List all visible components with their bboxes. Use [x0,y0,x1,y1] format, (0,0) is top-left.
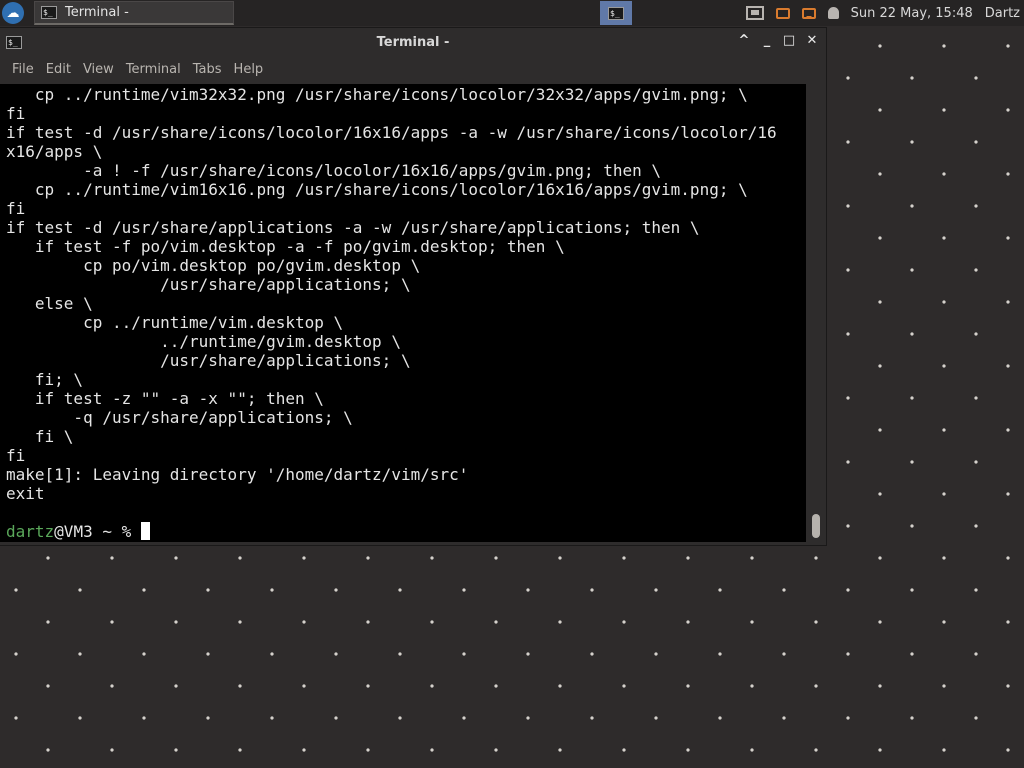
output-line: exit [6,484,45,503]
output-line: fi \ [6,427,74,446]
output-line: else \ [6,294,93,313]
text-cursor [140,522,150,540]
close-icon[interactable]: ✕ [804,33,820,49]
minimize-icon[interactable]: _ [759,33,775,49]
menu-tabs[interactable]: Tabs [187,62,228,77]
maximize-icon[interactable]: □ [781,33,797,49]
network-icon[interactable] [745,6,764,20]
taskbar-label: Terminal - [65,5,129,20]
output-line: cp ../runtime/vim16x16.png /usr/share/ic… [6,180,748,199]
output-line: cp ../runtime/vim32x32.png /usr/share/ic… [6,85,748,104]
terminal-output[interactable]: cp ../runtime/vim32x32.png /usr/share/ic… [0,84,806,542]
chat-icon[interactable] [801,7,816,19]
system-tray: Sun 22 May, 15:48 Dartz [740,0,1024,26]
user-name[interactable]: Dartz [985,6,1020,21]
output-line: fi [6,104,26,123]
output-line: make[1]: Leaving directory '/home/dartz/… [6,465,469,484]
window-icon[interactable] [775,7,790,19]
terminal-scrollbar[interactable] [806,84,826,542]
output-line: cp ../runtime/vim.desktop \ [6,313,344,332]
output-line: /usr/share/applications; \ [6,275,411,294]
output-line: if test -z "" -a -x ""; then \ [6,389,324,408]
menu-bar: File Edit View Terminal Tabs Help [0,56,826,82]
output-line: fi; \ [6,370,84,389]
output-line: fi [6,199,26,218]
output-line: if test -f po/vim.desktop -a -f po/gvim.… [6,237,565,256]
window-titlebar[interactable]: $_ Terminal - ^ _ □ ✕ [0,28,826,56]
output-line: if test -d /usr/share/applications -a -w… [6,218,700,237]
output-line: -a ! -f /usr/share/icons/locolor/16x16/a… [6,161,662,180]
top-panel: ☁ $_ Terminal - $_ Sun 22 May, 15:48 Dar… [0,0,1024,26]
menu-terminal[interactable]: Terminal [120,62,187,77]
window-title: Terminal - [376,35,450,50]
scrollbar-thumb[interactable] [812,514,820,538]
terminal-icon: $_ [41,6,57,19]
roll-up-icon[interactable]: ^ [736,33,752,49]
bell-icon[interactable] [827,7,839,19]
output-line: cp po/vim.desktop po/gvim.desktop \ [6,256,421,275]
menu-file[interactable]: File [6,62,40,77]
output-line: /usr/share/applications; \ [6,351,411,370]
output-line: -q /usr/share/applications; \ [6,408,353,427]
output-line: fi [6,446,26,465]
prompt-rest: @VM3 ~ % [54,522,141,541]
terminal-window: $_ Terminal - ^ _ □ ✕ File Edit View Ter… [0,28,826,545]
clock[interactable]: Sun 22 May, 15:48 [851,6,973,21]
output-line: x16/apps \ [6,142,103,161]
menu-view[interactable]: View [77,62,120,77]
terminal-icon: $_ [608,6,624,20]
workspace-switcher-icon[interactable]: $_ [600,1,632,25]
output-line: ../runtime/gvim.desktop \ [6,332,401,351]
terminal-lines: cp ../runtime/vim32x32.png /usr/share/ic… [0,85,806,541]
menu-help[interactable]: Help [228,62,270,77]
distro-menu-icon[interactable]: ☁ [2,2,24,24]
taskbar-terminal-button[interactable]: $_ Terminal - [34,1,234,25]
output-line: if test -d /usr/share/icons/locolor/16x1… [6,123,777,142]
prompt-user: dartz [6,522,55,541]
menu-edit[interactable]: Edit [40,62,77,77]
